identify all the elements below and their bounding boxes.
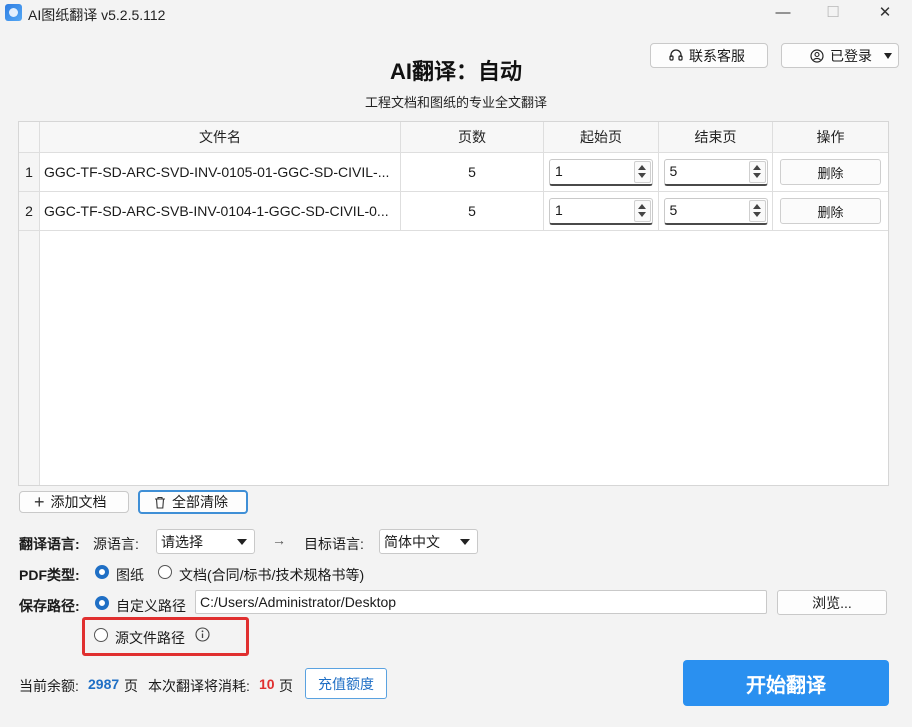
target-language-value: 简体中文 (384, 533, 440, 550)
save-path-label: 保存路径: (19, 598, 80, 614)
custom-path-label[interactable]: 自定义路径 (116, 596, 186, 616)
spin-up-icon[interactable] (638, 164, 646, 170)
table-cell-action: 删除 (773, 192, 888, 231)
spin-up-icon[interactable] (752, 164, 761, 170)
page-subtitle: 工程文档和图纸的专业全文翻译 (364, 95, 547, 110)
end-page-value: 5 (669, 162, 678, 179)
corner-cell (19, 122, 40, 153)
table-cell-start: 1 (544, 153, 659, 192)
start-translation-button[interactable]: 开始翻译 (683, 660, 889, 706)
column-header-pages[interactable]: 页数 (401, 122, 544, 153)
start-page-value: 1 (555, 201, 563, 218)
spin-up-icon[interactable] (752, 203, 761, 209)
column-header-start-page[interactable]: 起始页 (544, 122, 659, 153)
end-page-value: 5 (669, 201, 678, 218)
spin-up-icon[interactable] (638, 203, 646, 209)
target-language-select[interactable]: 简体中文 (379, 529, 478, 554)
table-cell-action: 删除 (773, 153, 888, 192)
plus-icon: + (34, 492, 45, 512)
source-language-select[interactable]: 请选择 (156, 529, 255, 554)
chevron-down-icon (237, 539, 247, 545)
delete-button[interactable]: 删除 (780, 198, 881, 224)
start-page-spinbox[interactable]: 1 (549, 197, 653, 225)
spin-arrows[interactable] (748, 199, 766, 222)
spin-arrows[interactable] (748, 160, 766, 183)
recharge-button[interactable]: 充值额度 (305, 668, 387, 699)
spin-arrows[interactable] (634, 199, 651, 222)
pdf-type-document-radio[interactable] (158, 565, 172, 579)
pdf-type-drawing-label[interactable]: 图纸 (116, 565, 144, 585)
column-header-action[interactable]: 操作 (773, 122, 888, 153)
source-path-radio[interactable] (94, 628, 108, 642)
source-language-value: 请选择 (161, 533, 203, 550)
table-cell-pages: 5 (401, 192, 544, 231)
window-title: AI图纸翻译 v5.2.5.112 (28, 7, 166, 23)
table-cell-pages: 5 (401, 153, 544, 192)
trash-icon (155, 496, 165, 509)
clear-all-label: 全部清除 (172, 494, 228, 510)
maximize-button[interactable]: ☐ (810, 0, 856, 26)
spin-down-icon[interactable] (638, 211, 646, 217)
source-language-label: 源语言: (93, 536, 139, 552)
column-header-end-page[interactable]: 结束页 (659, 122, 773, 153)
row-number: 1 (19, 153, 40, 192)
save-path-input[interactable]: C:/Users/Administrator/Desktop (195, 590, 767, 614)
end-page-spinbox[interactable]: 5 (663, 158, 768, 186)
clear-all-button[interactable]: 全部清除 (138, 490, 248, 514)
source-path-label[interactable]: 源文件路径 (115, 628, 185, 648)
target-language-label: 目标语言: (304, 536, 364, 552)
file-table: 文件名 页数 起始页 结束页 操作 1 GGC-TF-SD-ARC-SVD-IN… (18, 121, 889, 486)
custom-path-radio[interactable] (95, 596, 109, 610)
table-cell-end: 5 (659, 192, 773, 231)
minimize-button[interactable]: — (760, 0, 806, 26)
info-icon[interactable] (195, 627, 210, 642)
pdf-type-label: PDF类型: (19, 567, 80, 583)
add-document-button[interactable]: + 添加文档 (19, 491, 129, 513)
spin-down-icon[interactable] (638, 172, 646, 178)
balance-label: 当前余额: (19, 678, 79, 694)
translate-language-label: 翻译语言: (19, 536, 80, 552)
add-document-label: 添加文档 (50, 494, 107, 510)
column-header-filename[interactable]: 文件名 (40, 122, 401, 153)
save-path-value: C:/Users/Administrator/Desktop (200, 594, 397, 610)
table-cell-filename: GGC-TF-SD-ARC-SVB-INV-0104-1-GGC-SD-CIVI… (40, 192, 401, 231)
balance-unit: 页 (124, 678, 138, 694)
cost-value: 10 (259, 676, 275, 692)
spin-down-icon[interactable] (752, 211, 761, 217)
pdf-type-drawing-radio[interactable] (95, 565, 109, 579)
start-page-spinbox[interactable]: 1 (549, 158, 653, 186)
close-button[interactable]: ✕ (862, 0, 908, 26)
cost-label: 本次翻译将消耗: (148, 678, 250, 694)
page-title: AI翻译：自动 (389, 59, 522, 84)
table-cell-start: 1 (544, 192, 659, 231)
delete-button[interactable]: 删除 (780, 159, 881, 185)
pdf-type-document-label[interactable]: 文档(合同/标书/技术规格书等) (179, 565, 364, 585)
chevron-down-icon (460, 539, 470, 545)
spin-arrows[interactable] (634, 160, 651, 183)
browse-button[interactable]: 浏览... (777, 590, 887, 615)
cost-unit: 页 (279, 678, 293, 694)
end-page-spinbox[interactable]: 5 (663, 197, 768, 225)
app-logo-icon (5, 4, 22, 21)
arrow-right-icon: → (272, 532, 286, 548)
table-cell-end: 5 (659, 153, 773, 192)
table-cell-filename: GGC-TF-SD-ARC-SVD-INV-0105-01-GGC-SD-CIV… (40, 153, 401, 192)
row-number: 2 (19, 192, 40, 231)
start-page-value: 1 (555, 162, 563, 179)
balance-value: 2987 (88, 676, 120, 692)
spin-down-icon[interactable] (752, 172, 761, 178)
